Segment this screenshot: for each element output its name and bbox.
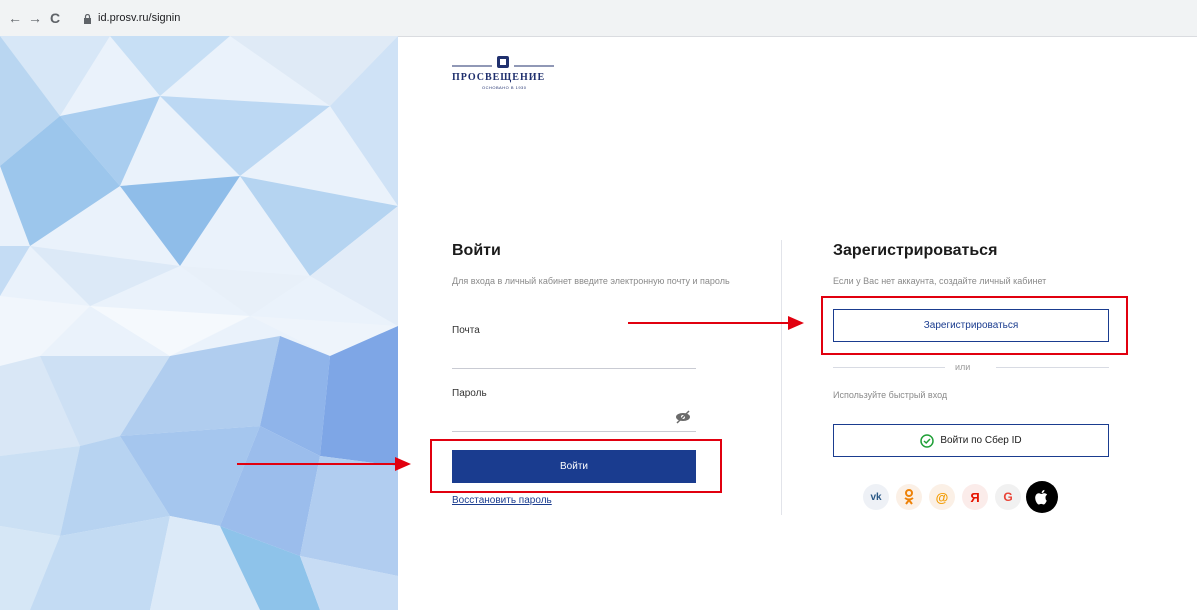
password-underline [452,431,696,432]
or-divider-right [996,367,1109,368]
annotation-arrow-login [237,463,395,465]
reload-icon[interactable]: C [50,10,60,26]
logo-wordmark: ПРОСВЕЩЕНИЕ [452,72,546,83]
login-hint: Для входа в личный кабинет введите элект… [452,276,730,286]
sber-check-icon [920,433,935,448]
logo-subtitle: ОСНОВАНО В 1930 [482,85,527,90]
lock-icon [83,13,92,24]
password-label: Пароль [452,388,487,399]
sber-id-button[interactable]: Войти по Сбер ID [833,424,1109,457]
annotation-arrowhead-login [395,457,411,471]
sber-id-label: Войти по Сбер ID [940,435,1022,446]
email-field[interactable] [452,340,696,368]
yandex-icon[interactable]: Я [962,484,988,510]
restore-password-link[interactable]: Восстановить пароль [452,495,552,506]
address-bar[interactable]: id.prosv.ru/signin [83,8,180,28]
or-divider-left [833,367,945,368]
eye-off-icon[interactable] [674,410,692,424]
back-arrow-icon[interactable]: ← [8,10,22,26]
column-divider [781,240,782,515]
password-field[interactable] [452,404,672,430]
apple-icon[interactable] [1026,481,1058,513]
odnoklassniki-icon[interactable] [896,484,922,510]
login-title: Войти [452,242,501,259]
highlight-box-register [821,296,1128,355]
email-label: Почта [452,325,480,336]
browser-toolbar: ← → C id.prosv.ru/signin [0,0,1197,37]
google-icon[interactable]: G [995,484,1021,510]
vk-icon[interactable]: vk [863,484,889,510]
decorative-background [0,36,398,610]
mailru-icon[interactable]: @ [929,484,955,510]
register-hint: Если у Вас нет аккаунта, создайте личный… [833,276,1047,286]
highlight-box-login [430,439,722,493]
register-title: Зарегистрироваться [833,242,998,259]
or-text: или [955,362,971,372]
forward-arrow-icon[interactable]: → [28,10,42,26]
annotation-arrowhead-register [788,316,804,330]
quick-login-text: Используйте быстрый вход [833,390,948,400]
prosveshchenie-logo[interactable]: ПРОСВЕЩЕНИЕ ОСНОВАНО В 1930 [452,52,562,92]
email-underline [452,368,696,369]
annotation-arrow-register [628,322,788,324]
logo-emblem-icon [452,56,554,68]
url-text: id.prosv.ru/signin [98,12,181,24]
